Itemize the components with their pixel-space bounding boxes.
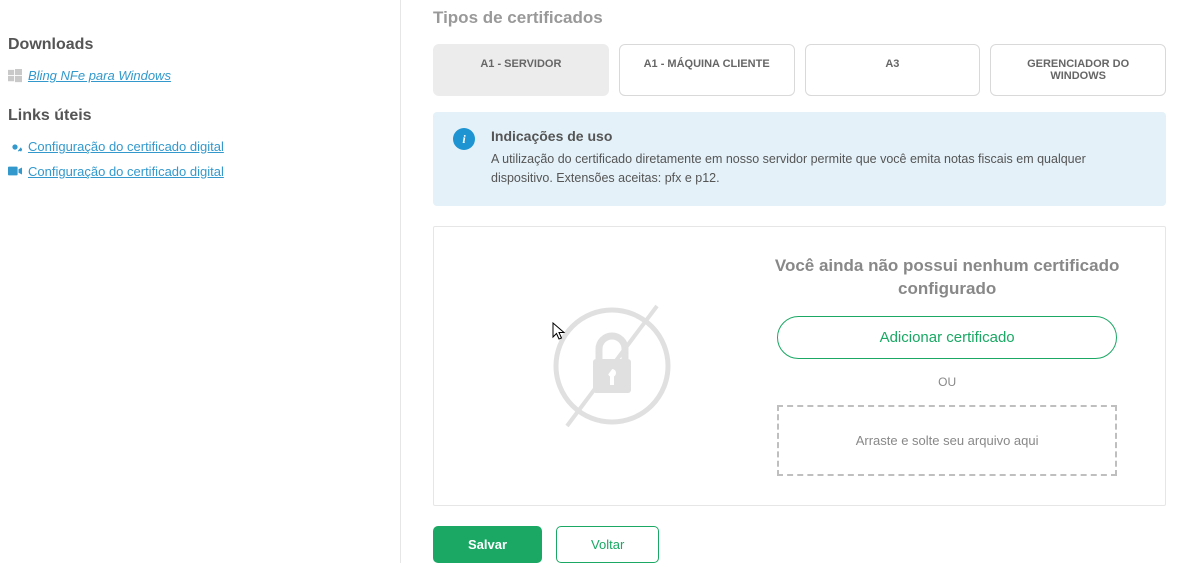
config-link-1[interactable]: Configuração do certificado digital — [28, 139, 224, 154]
links-heading: Links úteis — [8, 107, 400, 125]
sidebar: Downloads Bling NFe para Windows Links ú… — [0, 0, 400, 563]
tab-a1-maquina[interactable]: A1 - MÁQUINA CLIENTE — [619, 44, 795, 96]
main-content: Tipos de certificados A1 - SERVIDOR A1 -… — [400, 0, 1180, 563]
save-button[interactable]: Salvar — [433, 526, 542, 563]
windows-icon — [8, 69, 22, 83]
info-text: A utilização do certificado diretamente … — [491, 150, 1148, 188]
footer-actions: Salvar Voltar — [433, 506, 1166, 579]
downloads-heading: Downloads — [8, 36, 400, 54]
back-button[interactable]: Voltar — [556, 526, 659, 563]
empty-actions: Você ainda não possui nenhum certificado… — [759, 255, 1135, 477]
info-title: Indicações de uso — [491, 128, 1148, 144]
crossed-lock-icon — [537, 291, 687, 441]
download-item[interactable]: Bling NFe para Windows — [8, 68, 400, 83]
config-link-2[interactable]: Configuração do certificado digital — [28, 164, 224, 179]
cert-tabs: A1 - SERVIDOR A1 - MÁQUINA CLIENTE A3 GE… — [433, 44, 1166, 96]
link-item-config-2[interactable]: Configuração do certificado digital — [8, 164, 400, 179]
link-item-config-1[interactable]: Configuração do certificado digital — [8, 139, 400, 154]
gear-icon — [8, 140, 22, 154]
page-title: Tipos de certificados — [433, 8, 1166, 28]
camera-icon — [8, 165, 22, 179]
empty-state-panel: Você ainda não possui nenhum certificado… — [433, 226, 1166, 506]
empty-title: Você ainda não possui nenhum certificado… — [759, 255, 1135, 301]
add-certificate-button[interactable]: Adicionar certificado — [777, 316, 1117, 359]
download-link[interactable]: Bling NFe para Windows — [28, 68, 171, 83]
tab-a1-servidor[interactable]: A1 - SERVIDOR — [433, 44, 609, 96]
or-text: OU — [938, 375, 956, 389]
tab-gerenciador-windows[interactable]: GERENCIADOR DO WINDOWS — [990, 44, 1166, 96]
info-box: i Indicações de uso A utilização do cert… — [433, 112, 1166, 206]
dropzone[interactable]: Arraste e solte seu arquivo aqui — [777, 405, 1117, 476]
empty-illustration — [464, 291, 759, 441]
info-icon: i — [453, 128, 475, 150]
tab-a3[interactable]: A3 — [805, 44, 981, 96]
